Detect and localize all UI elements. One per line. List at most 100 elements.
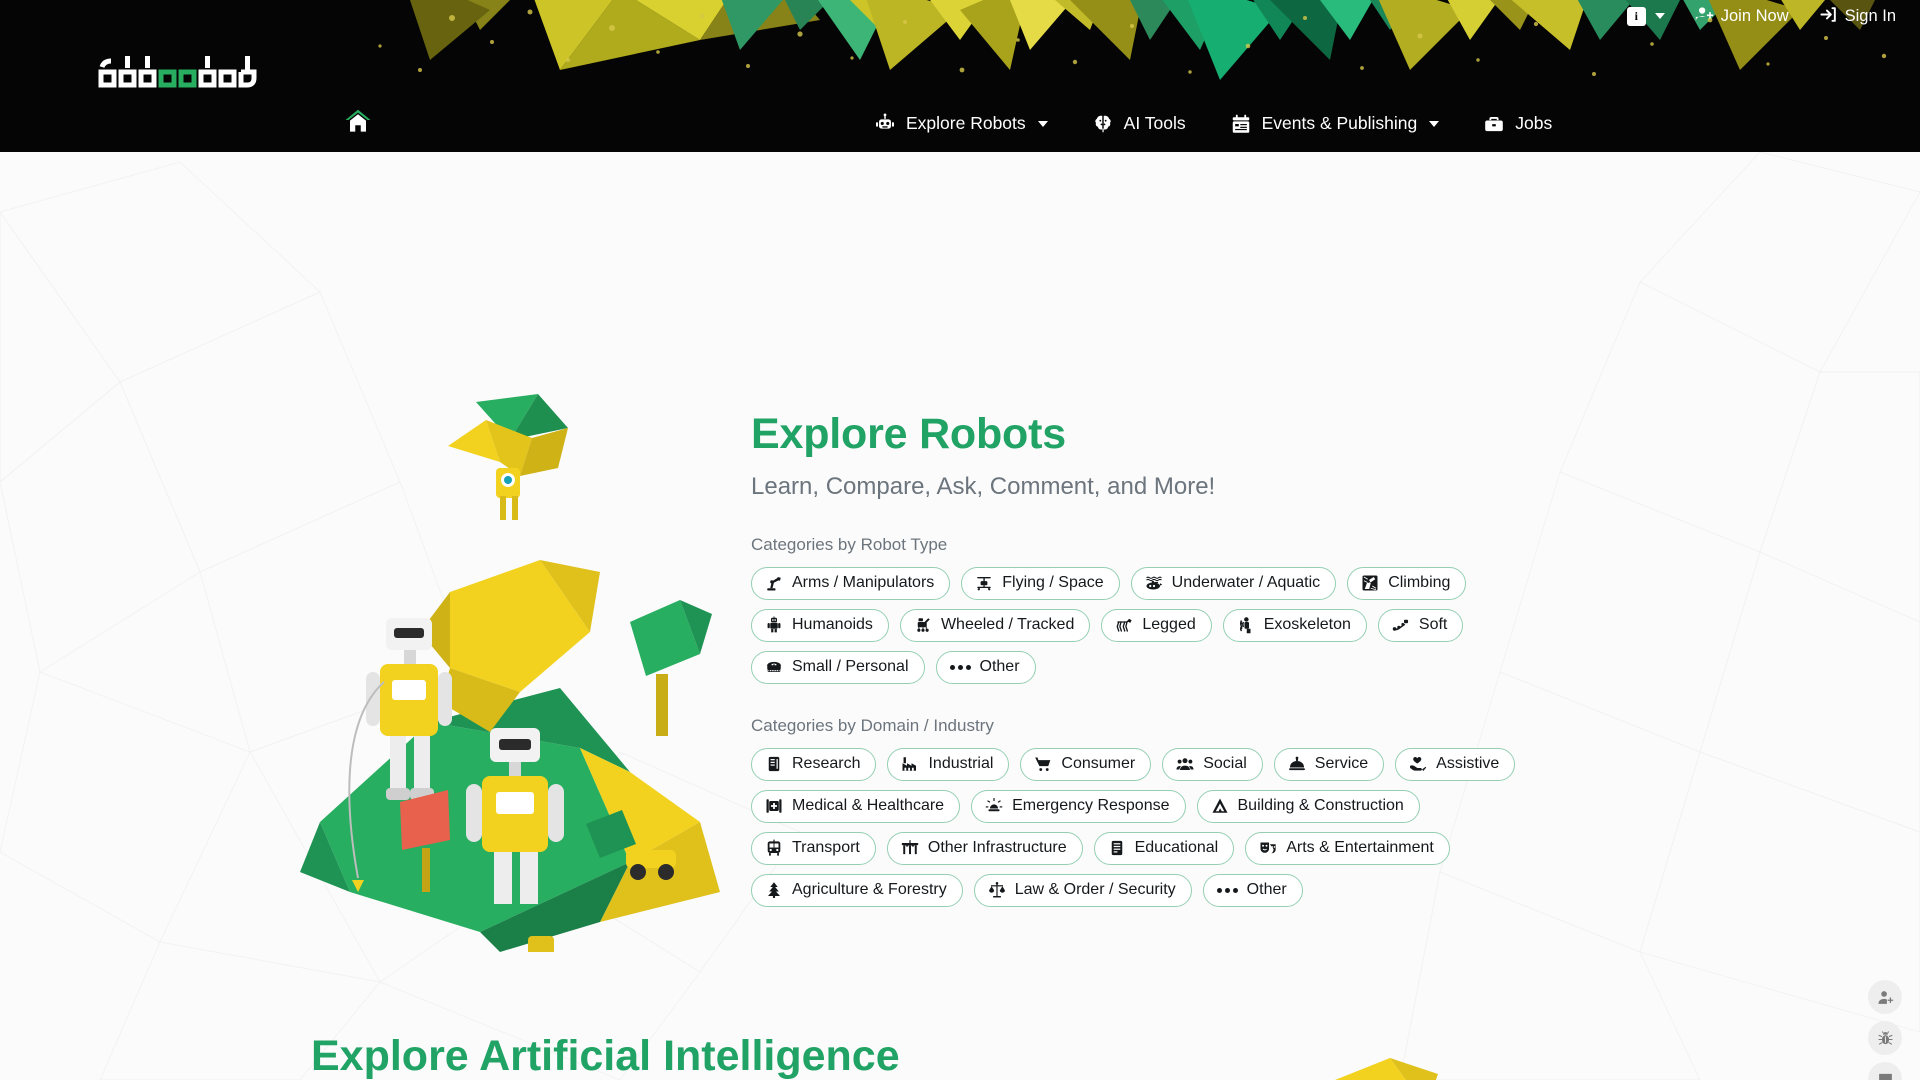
sign-in-button[interactable]: Sign In [1819, 5, 1896, 28]
nav-item-ai-tools[interactable]: AI Tools [1092, 113, 1186, 135]
quadruped-icon [1115, 616, 1133, 634]
chip-legged[interactable]: Legged [1101, 608, 1212, 642]
chip-law-order-security[interactable]: Law & Order / Security [973, 873, 1192, 907]
chip-industrial[interactable]: Industrial [887, 747, 1010, 781]
ellipsis-icon [1216, 887, 1238, 893]
nav-item-label: Jobs [1515, 113, 1553, 134]
factory-icon [901, 755, 919, 773]
robot-type-chip-list: Arms / Manipulators Flying / Space Under… [751, 566, 1541, 684]
chip-climbing[interactable]: Climbing [1347, 566, 1467, 600]
chip-label: Law & Order / Security [1014, 881, 1176, 899]
chip-medical-healthcare[interactable]: Medical & Healthcare [751, 789, 961, 823]
climbing-robot-icon [1361, 574, 1379, 592]
chip-exoskeleton[interactable]: Exoskeleton [1222, 608, 1367, 642]
domain-industry-chip-list: Research Industrial Consumer Social Serv… [751, 747, 1541, 907]
feedback-fab[interactable] [1868, 1062, 1902, 1080]
floating-action-buttons [1868, 980, 1902, 1080]
drone-icon [975, 574, 993, 592]
invite-user-fab[interactable] [1868, 980, 1902, 1014]
siren-icon [985, 797, 1003, 815]
home-icon [343, 109, 373, 140]
brain-icon [1092, 113, 1114, 135]
helping-hand-icon [1409, 755, 1427, 773]
chevron-down-icon [1429, 121, 1440, 127]
chip-label: Other [979, 658, 1020, 676]
page-title: Explore Robots [751, 410, 1066, 458]
chip-consumer[interactable]: Consumer [1020, 747, 1152, 781]
site-logo[interactable] [96, 48, 266, 90]
chip-label: Legged [1142, 616, 1196, 634]
language-dropdown[interactable]: i [1626, 6, 1665, 26]
chip-label: Flying / Space [1002, 574, 1104, 592]
chip-label: Arts & Entertainment [1286, 839, 1434, 857]
nav-item-explore-robots[interactable]: Explore Robots [874, 113, 1048, 135]
chip-soft[interactable]: Soft [1377, 608, 1464, 642]
chip-label: Consumer [1061, 755, 1136, 773]
join-now-label: Join Now [1720, 6, 1789, 25]
chip-label: Other Infrastructure [927, 839, 1067, 857]
chip-label: Exoskeleton [1263, 616, 1351, 634]
chip-research[interactable]: Research [751, 747, 877, 781]
medical-kit-icon [765, 797, 783, 815]
chip-social[interactable]: Social [1162, 747, 1263, 781]
chip-educational[interactable]: Educational [1093, 831, 1235, 865]
site-header: i Join Now Sign In Explore Robots AI Too… [0, 0, 1920, 152]
chip-wheeled-tracked[interactable]: Wheeled / Tracked [899, 608, 1091, 642]
chip-flying-space[interactable]: Flying / Space [961, 566, 1120, 600]
rover-icon [914, 616, 932, 634]
page-content: Explore Robots Learn, Compare, Ask, Comm… [0, 152, 1920, 1080]
bus-icon [765, 839, 783, 857]
report-bug-fab[interactable] [1868, 1021, 1902, 1055]
chip-label: Other [1246, 881, 1287, 899]
ai-illustration [1180, 1052, 1600, 1080]
chip-agriculture-forestry[interactable]: Agriculture & Forestry [751, 873, 963, 907]
chip-emergency-response[interactable]: Emergency Response [971, 789, 1186, 823]
chip-label: Medical & Healthcare [792, 797, 945, 815]
nav-item-jobs[interactable]: Jobs [1483, 113, 1552, 135]
explore-robots-section: Explore Robots Learn, Compare, Ask, Comm… [0, 152, 1920, 1074]
explore-robots-copy: Explore Robots Learn, Compare, Ask, Comm… [751, 410, 1751, 907]
chip-label: Agriculture & Forestry [792, 881, 947, 899]
chip-humanoids[interactable]: Humanoids [751, 608, 889, 642]
scales-icon [988, 881, 1006, 899]
soft-robot-icon [1392, 616, 1410, 634]
calendar-icon [1230, 113, 1252, 135]
chip-small-personal[interactable]: Small / Personal [751, 650, 925, 684]
textbook-icon [1108, 839, 1126, 857]
chip-label: Emergency Response [1012, 797, 1170, 815]
chip-underwater-aquatic[interactable]: Underwater / Aquatic [1130, 566, 1337, 600]
chip-assistive[interactable]: Assistive [1395, 747, 1516, 781]
chip-label: Climbing [1388, 574, 1451, 592]
briefcase-icon [1483, 113, 1505, 135]
chip-label: Research [792, 755, 861, 773]
chip-other-robot-type[interactable]: Other [935, 650, 1036, 684]
shopping-cart-icon [1034, 755, 1052, 773]
chip-arts-entertainment[interactable]: Arts & Entertainment [1245, 831, 1450, 865]
join-now-button[interactable]: Join Now [1695, 5, 1789, 28]
nav-home-button[interactable] [343, 106, 373, 136]
page-subtitle: Learn, Compare, Ask, Comment, and More! [751, 473, 1216, 501]
construction-icon [1211, 797, 1229, 815]
chip-label: Industrial [928, 755, 994, 773]
chip-label: Underwater / Aquatic [1171, 574, 1321, 592]
chip-label: Small / Personal [792, 658, 909, 676]
chip-arms-manipulators[interactable]: Arms / Manipulators [751, 566, 951, 600]
submarine-icon [1145, 574, 1163, 592]
sign-in-label: Sign In [1844, 6, 1896, 25]
explore-ai-copy: Explore Artificial Intelligence Search, … [311, 1032, 1211, 1080]
tree-icon [765, 881, 783, 899]
nav-item-events-publishing[interactable]: Events & Publishing [1230, 113, 1440, 135]
info-icon: i [1626, 6, 1646, 26]
service-bell-icon [1288, 755, 1306, 773]
chip-other-infrastructure[interactable]: Other Infrastructure [886, 831, 1083, 865]
chip-building-construction[interactable]: Building & Construction [1196, 789, 1420, 823]
main-navigation: Explore Robots AI Tools Events & Publish… [0, 96, 1920, 152]
robot-type-label: Categories by Robot Type [751, 534, 948, 554]
chip-transport[interactable]: Transport [751, 831, 876, 865]
chip-other-domain[interactable]: Other [1202, 873, 1303, 907]
top-utility-bar: i Join Now Sign In [1626, 0, 1920, 32]
exoskeleton-icon [1237, 616, 1255, 634]
chip-service[interactable]: Service [1273, 747, 1385, 781]
chip-label: Arms / Manipulators [792, 574, 935, 592]
chip-label: Soft [1418, 616, 1448, 634]
